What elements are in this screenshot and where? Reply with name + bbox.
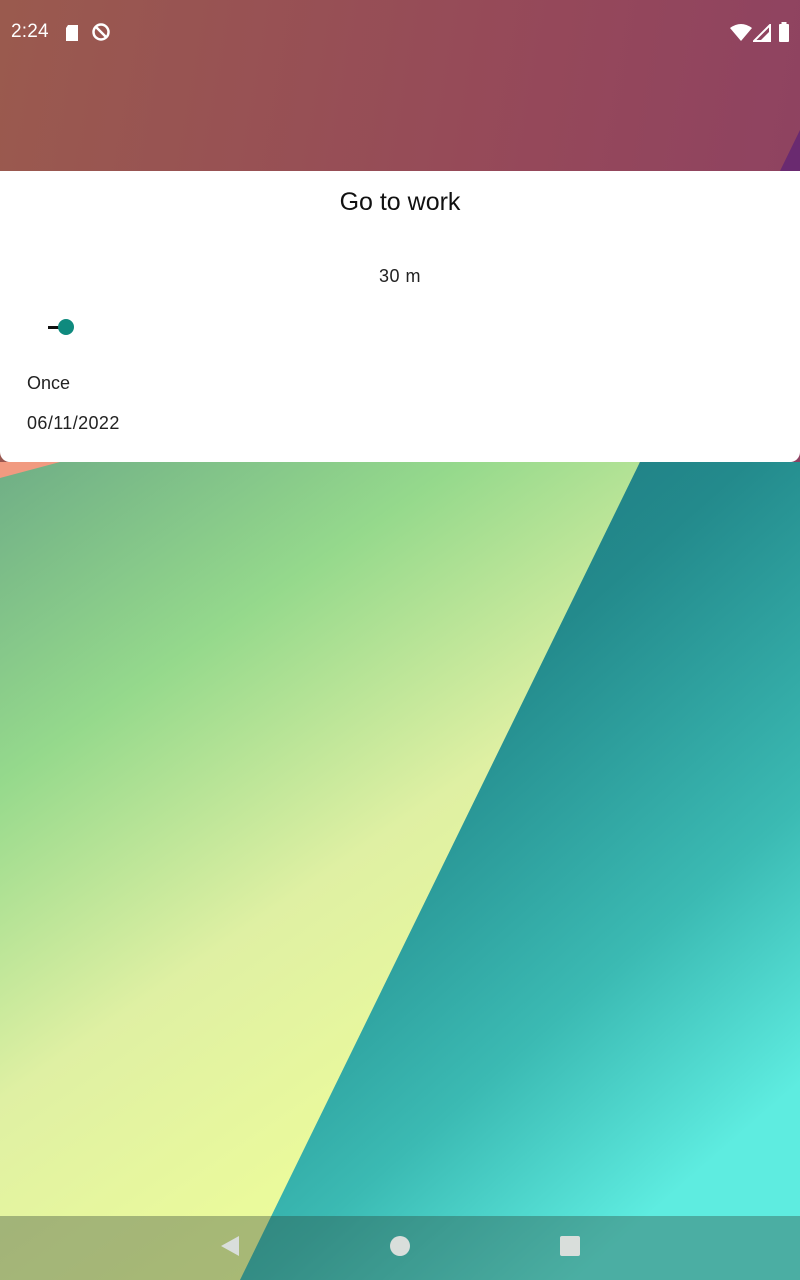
reminder-title: Go to work <box>339 188 461 216</box>
recents-button[interactable] <box>538 1216 602 1280</box>
back-button[interactable] <box>198 1216 262 1280</box>
back-icon <box>219 1235 241 1262</box>
status-time: 2:24 <box>11 21 49 42</box>
status-bar: 2:24 <box>0 0 800 66</box>
data-saver-icon <box>91 22 111 47</box>
signal-icon <box>751 22 771 47</box>
sd-card-icon <box>64 24 80 47</box>
navigation-bar <box>0 1216 800 1280</box>
home-button[interactable] <box>368 1216 432 1280</box>
duration-slider[interactable] <box>40 314 760 342</box>
duration-label: 30 m <box>378 266 422 286</box>
date-label[interactable]: 06/11/2022 <box>27 413 120 434</box>
wifi-icon <box>730 24 752 47</box>
home-icon <box>389 1235 411 1262</box>
recents-icon <box>559 1235 581 1262</box>
battery-icon <box>778 22 790 47</box>
slider-thumb[interactable] <box>58 319 74 335</box>
repeat-label[interactable]: Once <box>27 373 70 394</box>
